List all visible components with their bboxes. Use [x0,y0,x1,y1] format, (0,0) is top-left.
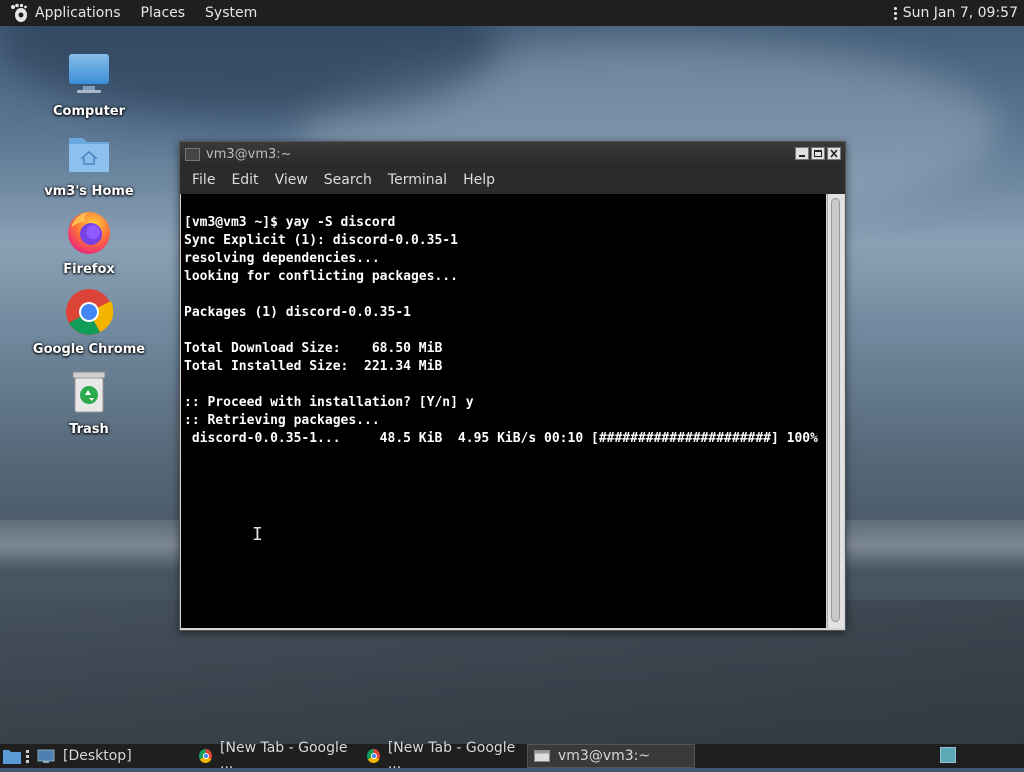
scrollbar-thumb[interactable] [831,198,840,622]
window-title: vm3@vm3:~ [206,146,292,162]
close-button[interactable] [827,147,841,160]
terminal-line: Sync Explicit (1): discord-0.0.35-1 [184,233,458,248]
taskbar-item-label: [New Tab - Google ... [220,740,348,772]
menu-file[interactable]: File [184,172,223,188]
terminal-scrollbar[interactable] [827,194,844,628]
clock[interactable]: Sun Jan 7, 09:57 [903,5,1018,21]
system-menu[interactable]: System [205,5,257,21]
home-folder-icon [65,130,113,178]
terminal-line: :: Retrieving packages... [184,413,380,428]
chrome-icon [367,749,380,763]
top-panel: Applications Places System Sun Jan 7, 09… [0,0,1024,26]
desktop-icon-label: Google Chrome [32,342,146,357]
vertical-dots-icon[interactable] [893,6,897,20]
terminal-window[interactable]: vm3@vm3:~ File Edit View Search Terminal… [179,141,846,631]
window-controls [795,147,841,160]
minimize-icon [799,155,805,157]
gnome-foot-icon[interactable] [9,3,29,23]
terminal-icon [534,750,550,762]
terminal-line: looking for conflicting packages... [184,269,458,284]
desktop-icon-trash[interactable]: Trash [24,368,154,437]
taskbar-item-label: [New Tab - Google ... [387,740,516,772]
minimize-button[interactable] [795,147,809,160]
desktop-icon-label: vm3's Home [44,184,134,199]
taskbar-item-chrome-1[interactable]: [New Tab - Google ... [193,740,361,772]
menu-edit[interactable]: Edit [223,172,266,188]
firefox-icon [65,208,113,256]
chrome-icon [199,749,213,763]
desktop-icon-computer[interactable]: Computer [24,50,154,119]
grip-icon [26,749,29,763]
close-icon [830,149,838,158]
desktop-icon [37,749,55,763]
terminal-menubar: File Edit View Search Terminal Help [180,166,845,194]
terminal-icon [185,147,200,161]
trash-icon [65,368,113,416]
maximize-icon [814,150,822,157]
terminal-line: :: Proceed with installation? [Y/n] y [184,395,474,410]
terminal-line: discord-0.0.35-1... 48.5 KiB 4.95 KiB/s … [184,431,818,446]
menu-terminal[interactable]: Terminal [380,172,455,188]
folder-icon [3,750,21,764]
terminal-line: Total Installed Size: 221.34 MiB [184,359,443,374]
menu-view[interactable]: View [267,172,316,188]
computer-icon [65,50,113,98]
terminal-line: resolving dependencies... [184,251,380,266]
window-titlebar[interactable]: vm3@vm3:~ [180,142,845,166]
maximize-button[interactable] [811,147,825,160]
taskbar-separator [24,744,31,768]
desktop-icon-label: Computer [52,104,126,119]
taskbar-item-terminal[interactable]: vm3@vm3:~ [527,744,695,768]
chrome-icon [65,288,114,336]
places-menu[interactable]: Places [141,5,186,21]
terminal-line: [vm3@vm3 ~]$ yay -S discord [184,215,396,230]
taskbar-item-chrome-2[interactable]: [New Tab - Google ... [361,740,527,772]
desktop-icon-label: Firefox [63,262,115,277]
terminal-line: Total Download Size: 68.50 MiB [184,341,443,356]
top-right-area: Sun Jan 7, 09:57 [893,0,1018,26]
taskbar-item-desktop[interactable]: [Desktop] [31,744,193,768]
desktop-icon-firefox[interactable]: Firefox [24,208,154,277]
menu-help[interactable]: Help [455,172,503,188]
taskbar-item-label: vm3@vm3:~ [558,748,651,764]
terminal-line: Packages (1) discord-0.0.35-1 [184,305,411,320]
desktop-icon-home[interactable]: vm3's Home [24,130,154,199]
desktop-icon-chrome[interactable]: Google Chrome [24,288,154,357]
bottom-taskbar: [Desktop] [New Tab - Google ... [New Tab… [0,740,1024,772]
terminal-output[interactable]: [vm3@vm3 ~]$ yay -S discord Sync Explicit… [181,194,826,628]
menu-search[interactable]: Search [316,172,380,188]
applications-menu[interactable]: Applications [35,5,121,21]
desktop-icon-label: Trash [69,422,109,437]
show-desktop-button[interactable] [0,744,24,768]
workspace-switcher[interactable] [940,747,956,763]
taskbar-item-label: [Desktop] [63,748,132,764]
text-cursor-icon: I [252,524,263,545]
